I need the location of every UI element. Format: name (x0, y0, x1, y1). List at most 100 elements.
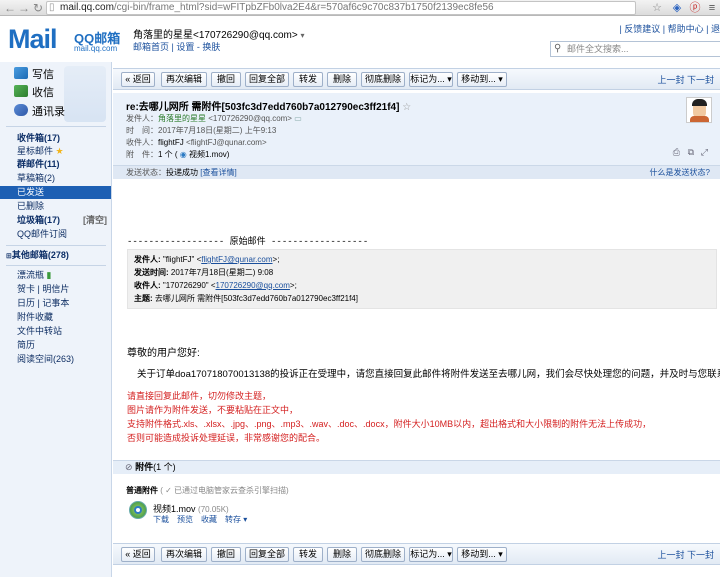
move-to-button[interactable]: 移动到... ▾ (457, 72, 507, 87)
menu-icon[interactable]: ≡ (705, 1, 719, 15)
video-icon: ◉ (179, 150, 187, 159)
star-outline-icon[interactable]: ☆ (402, 102, 411, 113)
compose-button[interactable]: 写信 (14, 66, 54, 84)
prev-next-links[interactable]: 上一封 下一封 (657, 73, 714, 86)
greeting: 尊敬的用户您好: (127, 348, 200, 359)
app-reading-space[interactable]: 阅读空间(263) (0, 353, 111, 366)
mail-from: 发件人：角落里的星星 <170726290@qq.com> ▭ (126, 114, 302, 123)
back-icon[interactable]: ← (3, 1, 17, 15)
re-edit-button[interactable]: 再次编辑 (161, 547, 207, 562)
re-edit-button[interactable]: 再次编辑 (161, 72, 207, 87)
prev-next-links[interactable]: 上一封 下一封 (657, 548, 714, 561)
mail-to: 收件人：flightFJ <flightFJ@qunar.com> (126, 138, 267, 147)
quoted-to: 收件人: "170726290" <170726290@qq.com>; (134, 281, 297, 290)
original-mail-divider: ------------------ 原始邮件 ----------------… (127, 237, 369, 247)
mail-header-info: re:去哪儿网所 需附件[503fc3d7edd760b7a012790ec3f… (113, 93, 720, 169)
back-button[interactable]: « 返回 (121, 547, 155, 562)
attachments-header: ⊘ 附件(1 个) (113, 460, 720, 474)
contacts-icon (14, 104, 28, 116)
permanent-delete-button[interactable]: 彻底删除 (361, 547, 405, 562)
search-input[interactable]: ⚲ 邮件全文搜索... (550, 41, 720, 57)
other-mailboxes[interactable]: ⊞其他邮箱(278) (0, 249, 111, 262)
red-note-1: 请直接回复此邮件，切勿修改主题， (127, 391, 272, 401)
folder-deleted[interactable]: 已删除 (0, 200, 111, 213)
folder-group[interactable]: 群邮件(11) (0, 158, 111, 171)
reply-all-button[interactable]: 回复全部 (245, 72, 289, 87)
delete-button[interactable]: 删除 (327, 72, 357, 87)
permanent-delete-button[interactable]: 彻底删除 (361, 72, 405, 87)
bottle-icon: ▮ (46, 270, 52, 280)
address-bar[interactable]: ▯ mail.qq.com/cgi-bin/frame_html?sid=wFI… (46, 1, 636, 15)
recall-button[interactable]: 撤回 (211, 547, 241, 562)
mail-view: « 返回 再次编辑 撤回 回复全部 转发 删除 彻底删除 标记为... ▾ 移动… (113, 62, 720, 577)
send-status-bar: 发送状态：投递成功 [查看详情] 什么是发送状态? (113, 165, 720, 179)
mail-toolbar-bottom: « 返回 再次编辑 撤回 回复全部 转发 删除 彻底删除 标记为... ▾ 移动… (113, 543, 720, 565)
app-drift-bottle[interactable]: 漂流瓶 ▮ (0, 269, 111, 282)
status-help-link[interactable]: 什么是发送状态? (650, 166, 710, 179)
move-to-button[interactable]: 移动到... ▾ (457, 547, 507, 562)
mail-header: Mail QQ邮箱 mail.qq.com 角落里的星星<170726290@q… (0, 16, 720, 62)
app-file-transfer[interactable]: 文件中转站 (0, 325, 111, 338)
folder-starred[interactable]: 星标邮件 ★ (0, 145, 111, 158)
forward-button[interactable]: 转发 (293, 72, 323, 87)
account-name[interactable]: 角落里的星星<170726290@qq.com> ▾ (133, 26, 304, 41)
print-icon[interactable]: ⎙ (673, 147, 680, 158)
mail-time: 时 间：2017年7月18日(星期二) 上午9:13 (126, 126, 277, 135)
top-links[interactable]: | 反馈建议 | 帮助中心 | 退 (619, 22, 720, 35)
search-icon: ⚲ (554, 43, 562, 54)
folder-inbox[interactable]: 收件箱(17) (0, 132, 111, 145)
divider (6, 245, 106, 246)
back-button[interactable]: « 返回 (121, 72, 155, 87)
contacts-button[interactable]: 通讯录 (14, 103, 65, 121)
forward-icon[interactable]: → (17, 1, 31, 15)
page-icon: ▯ (49, 2, 55, 13)
browser-toolbar: ← → ↻ ▯ mail.qq.com/cgi-bin/frame_html?s… (0, 0, 720, 16)
folder-sent[interactable]: 已发送 (0, 186, 111, 199)
recall-button[interactable]: 撤回 (211, 72, 241, 87)
extension-icon[interactable]: ◈ (670, 1, 684, 15)
normal-attachments-label: 普通附件 ( ✓ 已通过电脑管家云查杀引擎扫描) (126, 486, 289, 495)
quoted-from: 发件人: "flightFJ" <flightFJ@qunar.com>; (134, 255, 280, 264)
qq-mail-logo[interactable]: Mail QQ邮箱 mail.qq.com (8, 24, 128, 58)
view-details-link[interactable]: [查看详情] (200, 168, 236, 177)
popout-icon[interactable]: ⧉ (688, 147, 694, 158)
forward-button[interactable]: 转发 (293, 547, 323, 562)
folder-spam[interactable]: 垃圾箱(17) [清空] (0, 214, 111, 227)
mark-as-button[interactable]: 标记为... ▾ (409, 547, 453, 562)
divider (6, 126, 106, 127)
receive-button[interactable]: 收信 (14, 84, 54, 102)
compose-icon (14, 67, 28, 79)
fullscreen-icon[interactable]: ⤢ (701, 147, 708, 158)
red-note-4: 否则可能造成投诉处理延误，非常感谢您的配合。 (127, 433, 326, 443)
reload-icon[interactable]: ↻ (31, 1, 45, 15)
app-resume[interactable]: 简历 (0, 339, 111, 352)
video-file-icon[interactable] (129, 501, 147, 519)
reply-all-button[interactable]: 回复全部 (245, 547, 289, 562)
delete-button[interactable]: 删除 (327, 547, 357, 562)
mail-toolbar-top: « 返回 再次编辑 撤回 回复全部 转发 删除 彻底删除 标记为... ▾ 移动… (113, 68, 720, 90)
star-icon: ★ (55, 146, 64, 156)
sidebar: 写信 收信 通讯录 收件箱(17) 星标邮件 ★ 群邮件(11) 草稿箱(2) … (0, 62, 112, 577)
folder-subscriptions[interactable]: QQ邮件订阅 (0, 228, 111, 241)
quoted-header: 发件人: "flightFJ" <flightFJ@qunar.com>; 发送… (127, 249, 717, 309)
avatar[interactable] (686, 97, 712, 123)
inbox-icon (14, 85, 28, 97)
empty-spam-link[interactable]: [清空] (83, 214, 107, 227)
contact-card-icon[interactable]: ▭ (294, 114, 302, 123)
red-note-3: 支持附件格式.xls、.xlsx、.jpg、.png、.mp3、.wav、.do… (127, 419, 652, 429)
mark-as-button[interactable]: 标记为... ▾ (409, 72, 453, 87)
pinterest-icon[interactable]: ⓟ (688, 1, 702, 15)
app-attachments[interactable]: 附件收藏 (0, 311, 111, 324)
attachments-panel: 普通附件 ( ✓ 已通过电脑管家云查杀引擎扫描) 视频1.mov (70.05K… (113, 475, 720, 543)
folder-drafts[interactable]: 草稿箱(2) (0, 172, 111, 185)
app-cards[interactable]: 贺卡 | 明信片 (0, 283, 111, 296)
mail-body: ------------------ 原始邮件 ----------------… (113, 180, 720, 458)
paperclip-icon: ⊘ (125, 462, 133, 472)
bookmark-star-icon[interactable]: ☆ (650, 1, 664, 15)
quoted-subject: 主题: 去哪儿网所 需附件[503fc3d7edd760b7a012790ec3… (134, 294, 358, 303)
quoted-time: 发送时间: 2017年7月18日(星期二) 9:08 (134, 268, 274, 277)
red-note-2: 图片请作为附件发送，不要粘贴在正文中， (127, 405, 299, 415)
app-calendar[interactable]: 日历 | 记事本 (0, 297, 111, 310)
account-links[interactable]: 邮箱首页 | 设置 - 换肤 (133, 40, 220, 53)
attachment-actions[interactable]: 下载 预览 收藏 转存 ▾ (153, 514, 247, 525)
